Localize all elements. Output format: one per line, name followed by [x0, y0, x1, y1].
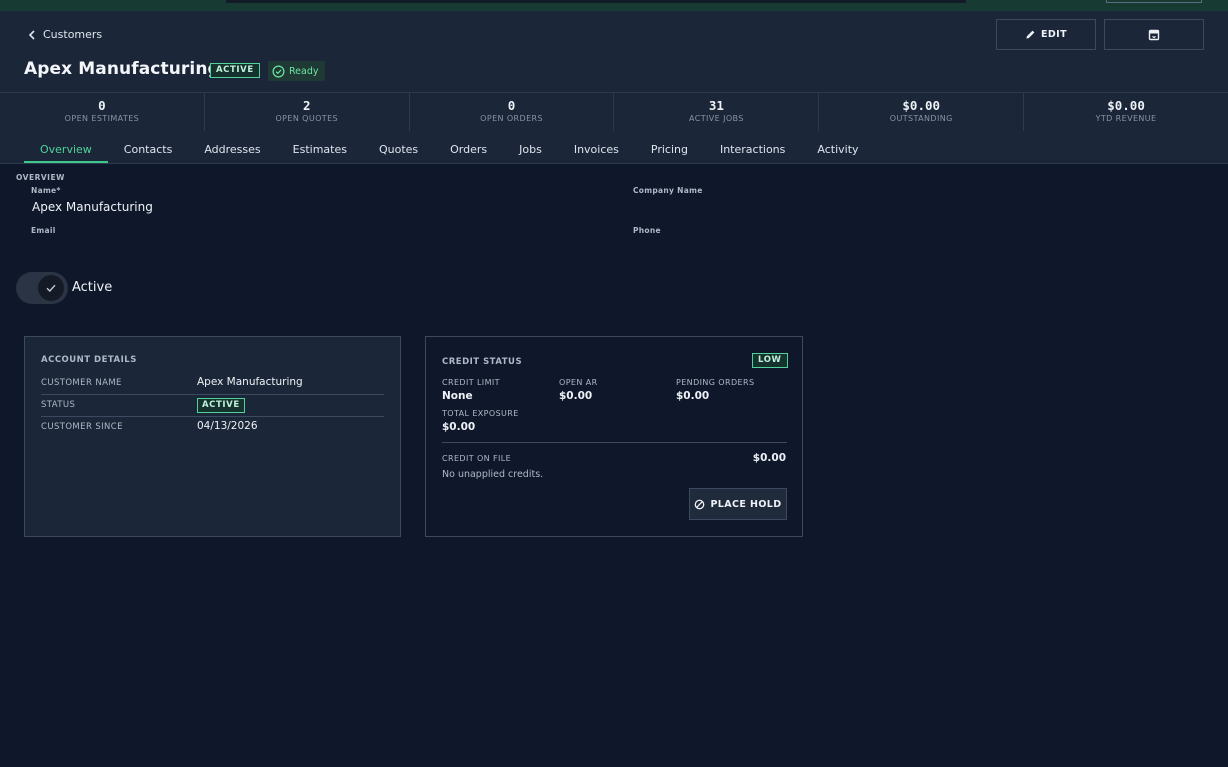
credit-status-title: CREDIT STATUS	[442, 357, 523, 367]
place-hold-label: PLACE HOLD	[710, 498, 782, 510]
stat-active-jobs: 31 ACTIVE JOBS	[614, 93, 820, 131]
back-to-customers-link[interactable]: Customers	[28, 28, 102, 41]
tab-quotes[interactable]: Quotes	[363, 141, 434, 163]
tab-addresses[interactable]: Addresses	[188, 141, 276, 163]
row-key: CUSTOMER NAME	[41, 378, 122, 388]
account-row-customer-name: CUSTOMER NAME Apex Manufacturing	[41, 373, 384, 395]
stat-open-estimates: 0 OPEN ESTIMATES	[0, 93, 205, 131]
tab-bar: Overview Contacts Addresses Estimates Qu…	[24, 141, 875, 163]
stat-value: $0.00	[902, 98, 941, 113]
credit-limit-label: CREDIT LIMIT	[442, 378, 500, 387]
tab-interactions[interactable]: Interactions	[704, 141, 801, 163]
total-exposure-label: TOTAL EXPOSURE	[442, 409, 519, 418]
credit-limit-value: None	[442, 390, 473, 402]
row-value: Apex Manufacturing	[197, 376, 303, 388]
pencil-icon	[1026, 30, 1035, 39]
stat-label: OPEN ESTIMATES	[64, 114, 140, 123]
ready-indicator: Ready	[268, 61, 325, 81]
tab-activity[interactable]: Activity	[801, 141, 874, 163]
edit-button-label: EDIT	[1041, 29, 1067, 40]
stat-open-orders: 0 OPEN ORDERS	[410, 93, 615, 131]
stat-label: YTD REVENUE	[1095, 114, 1157, 123]
ready-label: Ready	[289, 65, 319, 77]
overview-section-label: OVERVIEW	[16, 173, 65, 182]
stat-label: OPEN ORDERS	[480, 114, 543, 123]
account-row-customer-since: CUSTOMER SINCE 04/13/2026	[41, 417, 384, 439]
phone-field-label: Phone	[633, 226, 661, 235]
top-search-bar-fragment	[226, 0, 966, 3]
stat-value: $0.00	[1107, 98, 1145, 113]
stat-value: 31	[708, 98, 724, 113]
credit-on-file-value: $0.00	[752, 452, 786, 464]
stat-value: 2	[302, 98, 311, 113]
archive-icon	[1148, 29, 1160, 40]
credit-status-card: CREDIT STATUS LOW CREDIT LIMIT None OPEN…	[425, 336, 803, 537]
account-row-status: STATUS ACTIVE	[41, 395, 384, 417]
stat-value: 0	[507, 98, 516, 113]
stat-open-quotes: 2 OPEN QUOTES	[205, 93, 410, 131]
stat-outstanding: $0.00 OUTSTANDING	[819, 93, 1025, 131]
place-hold-button[interactable]: PLACE HOLD	[689, 488, 787, 520]
stat-label: ACTIVE JOBS	[689, 114, 744, 123]
name-field-value[interactable]: Apex Manufacturing	[32, 200, 153, 214]
edit-button[interactable]: EDIT	[996, 19, 1096, 50]
stat-label: OUTSTANDING	[889, 114, 953, 123]
check-circle-icon	[272, 65, 285, 77]
tab-pricing[interactable]: Pricing	[635, 141, 704, 163]
row-value: 04/13/2026	[197, 420, 258, 432]
status-badge: ACTIVE	[210, 63, 260, 78]
active-toggle[interactable]	[16, 272, 68, 304]
top-app-strip	[0, 0, 1228, 11]
tab-overview[interactable]: Overview	[24, 141, 108, 163]
check-icon	[46, 284, 56, 293]
credit-on-file-label: CREDIT ON FILE	[442, 454, 512, 463]
account-details-card: ACCOUNT DETAILS CUSTOMER NAME Apex Manuf…	[24, 336, 401, 537]
credit-level-badge: LOW	[752, 353, 788, 368]
back-link-label: Customers	[43, 28, 103, 41]
stat-value: 0	[98, 98, 106, 113]
active-toggle-label: Active	[72, 280, 113, 295]
pending-orders-value: $0.00	[676, 390, 710, 402]
company-name-field-label: Company Name	[633, 186, 703, 195]
status-badge: ACTIVE	[197, 398, 245, 413]
row-key: CUSTOMER SINCE	[41, 422, 123, 432]
tab-invoices[interactable]: Invoices	[558, 141, 635, 163]
account-details-title: ACCOUNT DETAILS	[41, 355, 137, 365]
tab-jobs[interactable]: Jobs	[503, 141, 558, 163]
credit-note: No unapplied credits.	[442, 469, 544, 480]
total-exposure-value: $0.00	[442, 421, 476, 433]
email-field-label: Email	[31, 226, 56, 235]
open-ar-label: OPEN AR	[559, 378, 598, 387]
chevron-left-icon	[28, 29, 35, 40]
stat-ytd-revenue: $0.00 YTD REVENUE	[1024, 93, 1228, 131]
top-button-fragment	[1106, 0, 1202, 3]
tab-orders[interactable]: Orders	[434, 141, 503, 163]
row-key: STATUS	[41, 400, 76, 410]
name-field-label: Name*	[31, 186, 61, 195]
page-title: Apex Manufacturing	[24, 59, 220, 79]
divider	[442, 442, 787, 443]
ban-icon	[695, 499, 705, 509]
toggle-knob	[38, 275, 64, 301]
stat-label: OPEN QUOTES	[275, 114, 339, 123]
customer-header: Customers Apex Manufacturing ACTIVE Read…	[0, 11, 1228, 164]
pending-orders-label: PENDING ORDERS	[676, 378, 755, 387]
tab-estimates[interactable]: Estimates	[277, 141, 363, 163]
open-ar-value: $0.00	[559, 390, 593, 402]
archive-button[interactable]	[1104, 19, 1204, 50]
stats-bar: 0 OPEN ESTIMATES 2 OPEN QUOTES 0 OPEN OR…	[0, 92, 1228, 131]
tab-contacts[interactable]: Contacts	[108, 141, 189, 163]
